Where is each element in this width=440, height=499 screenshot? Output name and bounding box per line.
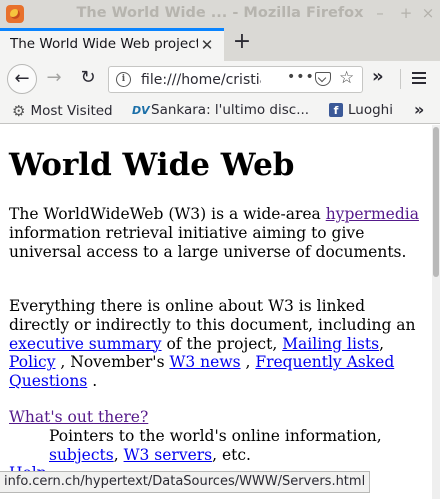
page-heading: World Wide Web <box>9 147 295 183</box>
hamburger-menu-icon[interactable] <box>412 72 426 84</box>
page-scrollbar[interactable] <box>432 125 440 499</box>
forward-button[interactable]: → <box>42 67 66 88</box>
url-text[interactable]: file:///home/cristiano/ <box>141 72 261 88</box>
facebook-icon: f <box>329 103 343 117</box>
minimize-icon[interactable]: – <box>370 3 390 23</box>
bookmark-label: Sankara: l'ultimo disc... <box>151 102 310 118</box>
whats-out-there-term: What's out there? <box>9 408 148 427</box>
bookmark-star-icon[interactable]: ☆ <box>339 68 354 88</box>
url-bar[interactable]: i file:///home/cristiano/ ••• ☆ <box>108 66 363 93</box>
tab-close-icon[interactable]: ✕ <box>198 36 216 54</box>
scrollbar-thumb[interactable] <box>433 127 439 277</box>
whats-out-there-description: Pointers to the world's online informati… <box>49 427 424 465</box>
link-subjects[interactable]: subjects <box>49 446 114 464</box>
pocket-icon[interactable] <box>315 72 331 86</box>
text-run: Everything there is online about W3 is l… <box>9 297 416 334</box>
title-bar: The World Wide ... - Mozilla Firefox – +… <box>0 0 440 28</box>
overview-paragraph: Everything there is online about W3 is l… <box>9 297 427 391</box>
link-hypermedia[interactable]: hypermedia <box>326 205 419 223</box>
maximize-icon[interactable]: + <box>396 3 416 23</box>
link-whats-out-there[interactable]: What's out there? <box>9 408 148 426</box>
intro-paragraph: The WorldWideWeb (W3) is a wide-area hyp… <box>9 205 427 261</box>
link-w3-news[interactable]: W3 news <box>169 353 240 371</box>
toolbar-overflow-button[interactable]: » <box>372 66 384 87</box>
text-run: . <box>87 372 98 391</box>
close-icon[interactable]: × <box>418 3 438 23</box>
text-run: , <box>240 353 256 372</box>
link-executive-summary[interactable]: executive summary <box>9 335 162 353</box>
tab-bar: The World Wide Web project ✕ + <box>0 28 440 61</box>
bookmark-luoghi[interactable]: f Luoghi <box>329 102 393 118</box>
bookmarks-overflow-button[interactable]: » <box>414 100 424 119</box>
link-mailing-lists[interactable]: Mailing lists <box>282 335 379 353</box>
status-url-tooltip: info.cern.ch/hypertext/DataSources/WWW/S… <box>0 471 371 493</box>
toolbar-separator <box>400 69 401 89</box>
page-actions-icon[interactable]: ••• <box>287 69 315 85</box>
text-run: information retrieval initiative aiming … <box>9 223 407 261</box>
text-run: , November's <box>55 353 170 372</box>
text-run: The WorldWideWeb (W3) is a wide-area <box>9 205 321 223</box>
tab-title: The World Wide Web project <box>10 36 198 52</box>
page-content: World Wide Web The WorldWideWeb (W3) is … <box>0 125 432 499</box>
bookmark-sankara[interactable]: DVSankara: l'ultimo disc... <box>132 102 309 118</box>
gear-icon: ⚙ <box>12 102 26 120</box>
tab-world-wide-web[interactable]: The World Wide Web project ✕ <box>0 28 224 61</box>
bookmark-most-visited[interactable]: ⚙ Most Visited <box>12 102 113 120</box>
text-run: , <box>379 334 384 353</box>
text-run: Pointers to the world's online informati… <box>49 427 382 445</box>
text-run: of the project, <box>161 334 283 353</box>
bookmark-label: Luoghi <box>348 102 393 118</box>
bookmarks-toolbar: ⚙ Most Visited DVSankara: l'ultimo disc..… <box>0 97 440 124</box>
site-info-icon[interactable]: i <box>116 72 131 87</box>
navigation-toolbar: ← → ↻ i file:///home/cristiano/ ••• ☆ » <box>0 61 440 97</box>
reload-button[interactable]: ↻ <box>76 67 100 88</box>
text-run: , etc. <box>212 445 251 464</box>
dv-icon: DV <box>132 103 150 117</box>
link-policy[interactable]: Policy <box>9 353 56 371</box>
new-tab-button[interactable]: + <box>230 30 254 54</box>
link-w3-servers[interactable]: W3 servers <box>124 446 213 464</box>
back-button[interactable]: ← <box>7 64 37 94</box>
bookmark-label: Most Visited <box>30 103 113 119</box>
text-run: , <box>113 445 124 464</box>
